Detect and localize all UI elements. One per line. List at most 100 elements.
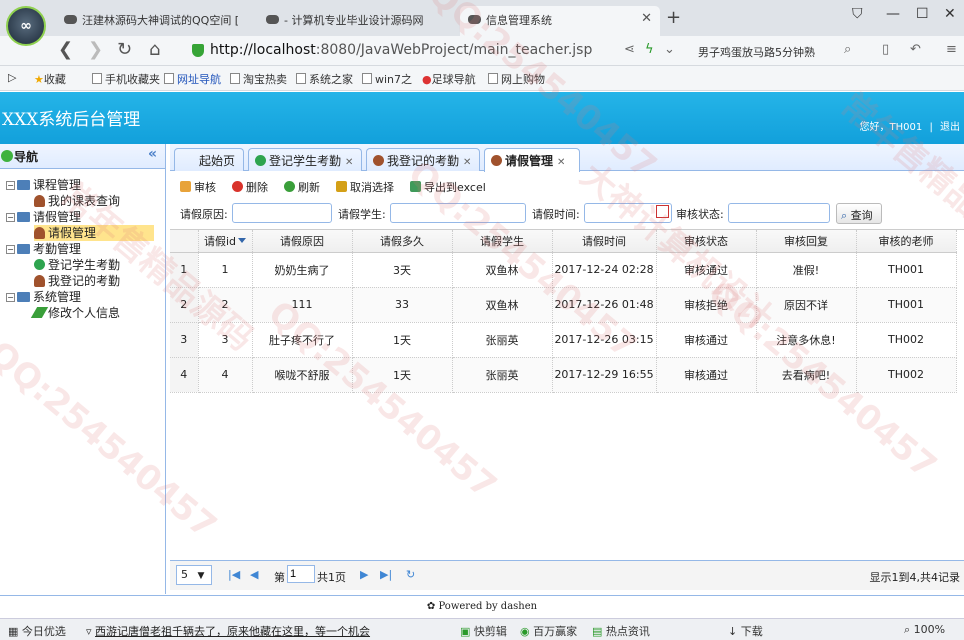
column-header[interactable]: 请假学生 [452,230,553,253]
table-cell: TH001 [856,287,957,323]
today-picks[interactable]: ▦ 今日优选 [8,623,66,639]
table-row[interactable]: 2 2 111 33 双鱼林 2017-12-26 01:48 审核拒绝 原因不… [170,287,957,323]
shirt-icon[interactable]: ⛉ [852,6,863,22]
table-cell: 张丽英 [452,357,553,393]
column-header[interactable]: 请假id [198,230,253,253]
status-item[interactable]: ▣ 快剪辑 [460,623,507,639]
close-tab-icon[interactable]: ✕ [641,11,652,26]
bookmark-item[interactable]: win7之 [362,71,412,87]
bookmark-item[interactable]: ●足球导航 [422,71,476,87]
tree-node-attendance[interactable]: − 考勤管理 [6,241,81,257]
audit-button[interactable]: 审核 [180,179,216,195]
status-item[interactable]: ◉ 百万赢家 [520,623,577,639]
column-header[interactable]: 审核状态 [656,230,757,253]
table-row[interactable]: 3 3 肚子疼不行了 1天 张丽英 2017-12-26 03:15 审核通过 … [170,322,957,358]
column-header[interactable]: 请假原因 [252,230,353,253]
tree-item-leave-manage[interactable]: 请假管理 [34,225,154,241]
tab-favicon-icon [64,15,77,24]
chevron-down-icon[interactable]: ⌄ [664,42,675,57]
close-window-button[interactable]: ✕ [944,6,956,22]
status-item[interactable]: ↓ 下载 [728,623,763,639]
menu-icon[interactable]: ≡ [946,42,957,57]
bookmark-item[interactable]: 网上购物 [488,71,545,87]
table-cell: 双鱼林 [452,252,553,288]
column-header[interactable]: 审核的老师 [856,230,957,253]
gear-icon: ✿ [426,601,436,612]
browser-tab[interactable]: 汪建林源码大神调试的QQ空间 [ [56,6,252,36]
page-number-input[interactable] [287,565,315,583]
table-row[interactable]: 4 4 喉咙不舒服 1天 张丽英 2017-12-29 16:55 审核通过 去… [170,357,957,393]
collapse-icon[interactable]: « [148,146,157,162]
reload-icon[interactable]: ↻ [406,568,415,581]
bookmark-favorites[interactable]: ★收藏 [34,71,66,87]
tree-item-edit-profile[interactable]: 修改个人信息 [30,305,120,321]
column-header[interactable]: 请假时间 [552,230,657,253]
last-page-icon[interactable]: ▶| [380,568,392,581]
url-field[interactable]: http://localhost:8080/JavaWebProject/mai… [186,39,616,62]
browser-tab-active[interactable]: 信息管理系统 ✕ [460,6,660,36]
mobile-icon[interactable]: ▯ [882,42,889,57]
add-circle-icon [255,155,266,166]
close-icon[interactable]: ✕ [557,157,565,168]
tree-node-course[interactable]: − 课程管理 [6,177,81,193]
bookmark-item[interactable]: 网址导航 [164,71,221,87]
search-button[interactable]: ⌕ 查询 [836,203,882,224]
table-cell: 审核通过 [656,252,757,288]
back-button[interactable]: ❮ [58,39,73,60]
tree-item-my-schedule[interactable]: 我的课表查询 [34,193,120,209]
bookmark-item[interactable]: 淘宝热卖 [230,71,287,87]
status-select[interactable] [728,203,830,223]
home-icon[interactable]: ⌂ [149,39,160,60]
tree-item-my-attendance[interactable]: 我登记的考勤 [34,273,120,289]
close-icon[interactable]: ✕ [345,157,353,168]
student-input[interactable] [390,203,526,223]
column-header[interactable]: 审核回复 [756,230,857,253]
tree-node-system[interactable]: − 系统管理 [6,289,81,305]
reload-button[interactable]: ↻ [117,39,132,60]
new-tab-button[interactable]: + [666,7,681,28]
lightning-icon[interactable]: ϟ [645,42,654,57]
search-box[interactable]: 男子鸡蛋放马路5分钟熟 [692,39,862,62]
reason-input[interactable] [232,203,332,223]
first-page-icon[interactable]: |◀ [228,568,240,581]
collapse-toggle-icon[interactable]: − [6,245,15,254]
tab-my-attendance[interactable]: 我登记的考勤 ✕ [366,148,480,171]
column-header[interactable]: 请假多久 [352,230,453,253]
page-size-select[interactable]: 5 ▼ [176,565,212,585]
table-cell: 33 [352,287,453,323]
status-item[interactable]: ▤ 热点资讯 [592,623,650,639]
refresh-button[interactable]: 刷新 [284,179,320,195]
football-icon: ● [422,73,432,86]
tree-item-register-attendance[interactable]: 登记学生考勤 [34,257,120,273]
search-icon[interactable]: ⌕ [844,42,851,57]
collapse-toggle-icon[interactable]: − [6,181,15,190]
browser-tab[interactable]: - 计算机专业毕业设计源码网 [258,6,454,36]
bookmark-item[interactable]: 手机收藏夹 [92,71,160,87]
close-icon[interactable]: ✕ [463,157,471,168]
share-icon[interactable]: ⋖ [624,42,635,57]
tab-home[interactable]: 起始页 [174,148,244,171]
bookmarks-toggle-icon[interactable]: ▷ [8,71,16,84]
maximize-button[interactable]: ☐ [916,6,929,22]
minimize-button[interactable]: — [886,6,900,22]
collapse-toggle-icon[interactable]: − [6,293,15,302]
undo-icon [336,181,347,192]
news-ticker[interactable]: ▿ 西游记唐僧老祖千辆去了，原来他藏在这里，等一个机会 [86,623,370,639]
calendar-icon[interactable] [656,205,669,218]
bookmark-item[interactable]: 系统之家 [296,71,353,87]
undo-icon[interactable]: ↶ [910,42,921,57]
tab-leave-manage[interactable]: 请假管理 ✕ [484,148,580,172]
next-page-icon[interactable]: ▶ [360,568,368,581]
table-row[interactable]: 1 1 奶奶生病了 3天 双鱼林 2017-12-24 02:28 审核通过 准… [170,252,957,288]
prev-page-icon[interactable]: ◀ [250,568,258,581]
export-excel-button[interactable]: 导出到excel [410,179,486,195]
collapse-toggle-icon[interactable]: − [6,213,15,222]
forward-button[interactable]: ❯ [88,39,103,60]
tab-register-attendance[interactable]: 登记学生考勤 ✕ [248,148,362,171]
delete-button[interactable]: 删除 [232,179,268,195]
table-cell: 1天 [352,357,453,393]
cancel-select-button[interactable]: 取消选择 [336,179,394,195]
tree-node-leave[interactable]: − 请假管理 [6,209,81,225]
zoom-level[interactable]: ⌕ 100% [904,623,945,637]
logout-link[interactable]: 退出 [940,122,960,133]
